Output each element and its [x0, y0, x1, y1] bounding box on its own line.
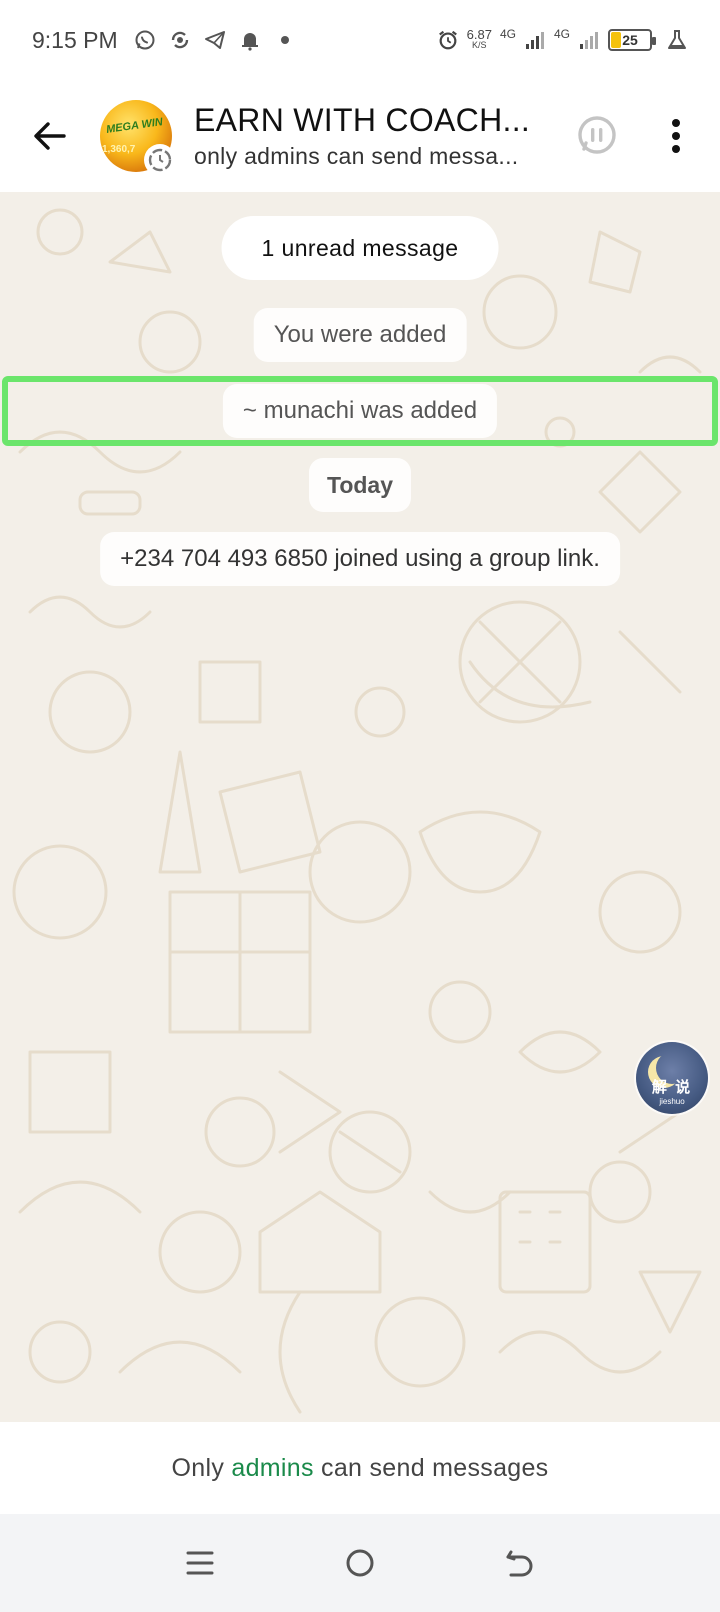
- signal-icon: [578, 29, 600, 51]
- telegram-icon: [204, 29, 226, 51]
- net-type-1: 4G: [499, 27, 516, 41]
- system-back-button[interactable]: [490, 1533, 550, 1593]
- date-separator: Today: [308, 458, 412, 512]
- flask-icon: [666, 29, 688, 51]
- floating-widget-label: 解 说: [651, 1079, 693, 1096]
- net-type-2: 4G: [553, 27, 570, 41]
- status-time: 9:15 PM: [32, 26, 118, 53]
- status-icons-left: [134, 29, 296, 51]
- more-vert-icon: [672, 119, 680, 153]
- chat-area[interactable]: 1 unread message You were added ~ munach…: [0, 192, 720, 1422]
- status-ring-icon: [144, 144, 176, 176]
- system-nav-bar: [0, 1514, 720, 1612]
- sync-icon: [169, 29, 191, 51]
- bell-icon: [239, 29, 261, 51]
- admins-only-notice: Only admins can send messages: [0, 1422, 720, 1514]
- voice-chat-button[interactable]: [568, 107, 626, 165]
- recent-apps-button[interactable]: [170, 1533, 230, 1593]
- undo-arrow-icon: [506, 1550, 533, 1577]
- dot-icon: [274, 29, 296, 51]
- arrow-back-icon: [34, 122, 66, 150]
- avatar-text: MEGA WIN: [105, 116, 164, 136]
- system-message-munachi-added: ~ munachi was added: [222, 384, 498, 438]
- menu-lines-icon: [186, 1551, 214, 1575]
- notice-suffix: can send messages: [313, 1453, 549, 1482]
- chat-header: MEGA WIN 1,360,7 EARN WITH COACH... only…: [0, 80, 720, 192]
- notice-prefix: Only: [171, 1453, 232, 1482]
- home-button[interactable]: [330, 1533, 390, 1593]
- group-avatar[interactable]: MEGA WIN 1,360,7: [100, 100, 176, 176]
- floating-widget-button[interactable]: 解 说 jieshuo: [636, 1042, 708, 1114]
- group-subtitle: only admins can send messa...: [194, 143, 519, 169]
- more-options-button[interactable]: [648, 106, 704, 166]
- home-circle-icon: [346, 1549, 374, 1577]
- system-message-you-added: You were added: [253, 308, 467, 362]
- alarm-icon: [437, 29, 459, 51]
- net-speed: 6.87 K/S: [466, 27, 492, 51]
- net-speed-value: 6.87: [466, 27, 492, 42]
- whatsapp-icon: [134, 29, 156, 51]
- battery-icon: 25: [608, 29, 656, 51]
- system-message-joined: +234 704 493 6850 joined using a group l…: [100, 532, 620, 586]
- signal-icon: [524, 29, 546, 51]
- battery-level: 25: [622, 32, 638, 48]
- net-speed-unit: K/S: [472, 40, 487, 50]
- voice-chat-icon: [578, 116, 616, 154]
- group-title: EARN WITH COACH...: [194, 102, 531, 138]
- status-icons-right: 6.87 K/S 4G 4G 25: [437, 27, 688, 51]
- avatar-number: 1,360,7: [102, 144, 136, 155]
- header-title-block[interactable]: EARN WITH COACH... only admins can send …: [194, 102, 534, 170]
- admins-link[interactable]: admins: [231, 1454, 313, 1483]
- status-bar: 9:15 PM 6.87 K/S 4G 4G 25: [0, 0, 720, 80]
- unread-messages-badge: 1 unread message: [221, 216, 499, 280]
- floating-widget-sublabel: jieshuo: [659, 1097, 685, 1106]
- back-button[interactable]: [0, 80, 100, 192]
